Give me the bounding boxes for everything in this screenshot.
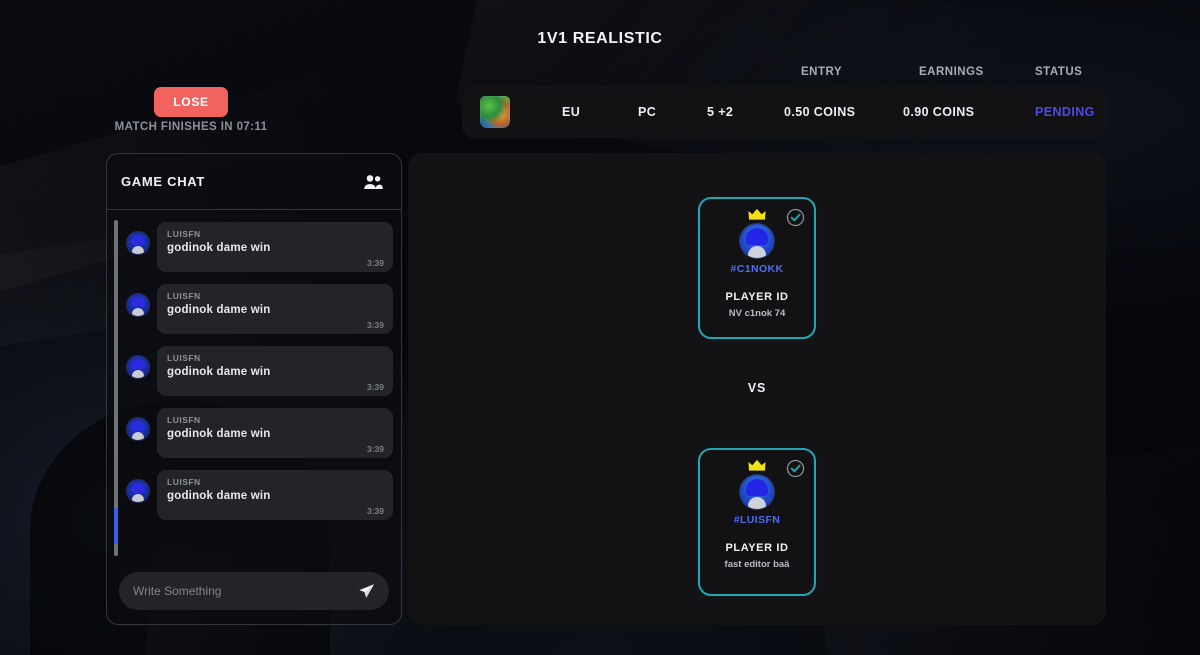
chat-message-text: godinok dame win xyxy=(167,304,271,316)
match-page: 1V1 REALISTIC LOSE MATCH FINISHES IN 07:… xyxy=(0,0,1200,655)
chat-scrollbar-thumb[interactable] xyxy=(114,508,118,544)
avatar xyxy=(127,356,149,378)
crown-icon xyxy=(748,208,766,221)
chat-header: GAME CHAT xyxy=(107,154,401,210)
avatar xyxy=(127,232,149,254)
chat-input[interactable] xyxy=(133,584,358,598)
player-id-label: PLAYER ID xyxy=(725,291,789,303)
chat-message-bubble: LUISFN godinok dame win 3:39 xyxy=(157,284,393,334)
chat-message-user: LUISFN xyxy=(167,477,201,487)
match-platform: PC xyxy=(638,105,657,119)
page-title: 1V1 REALISTIC xyxy=(537,30,663,47)
match-summary-row[interactable]: EU PC 5 +2 0.50 COINS 0.90 COINS PENDING xyxy=(462,86,1108,138)
list-item: LUISFN godinok dame win 3:39 xyxy=(127,408,393,458)
chat-message-user: LUISFN xyxy=(167,291,201,301)
avatar xyxy=(740,224,774,258)
column-header-status: STATUS xyxy=(1035,66,1083,78)
match-entry-fee: 0.50 COINS xyxy=(784,105,856,119)
avatar xyxy=(740,475,774,509)
check-circle-icon xyxy=(786,459,805,478)
column-header-entry: ENTRY xyxy=(801,66,843,78)
chat-input-area xyxy=(107,564,401,624)
match-earnings: 0.90 COINS xyxy=(903,105,975,119)
chat-message-bubble: LUISFN godinok dame win 3:39 xyxy=(157,408,393,458)
chat-message-user: LUISFN xyxy=(167,229,201,239)
player-tag: #LUISFN xyxy=(733,514,781,526)
game-chat-panel: GAME CHAT LUISFN godinok dame win 3:39 L… xyxy=(106,153,402,625)
player-card-top[interactable]: #C1NOKK PLAYER ID NV c1nok 74 xyxy=(698,197,816,339)
game-map-thumbnail-icon xyxy=(480,96,510,128)
match-summary-headers: ENTRY EARNINGS STATUS xyxy=(462,66,1108,84)
chat-message-bubble: LUISFN godinok dame win 3:39 xyxy=(157,222,393,272)
chat-input-box[interactable] xyxy=(119,572,389,610)
check-circle-icon xyxy=(786,208,805,227)
chat-title: GAME CHAT xyxy=(121,174,206,189)
chat-message-time: 3:39 xyxy=(366,506,384,516)
send-icon[interactable] xyxy=(358,583,375,600)
vs-label: VS xyxy=(747,381,767,395)
list-item: LUISFN godinok dame win 3:39 xyxy=(127,346,393,396)
chat-message-bubble: LUISFN godinok dame win 3:39 xyxy=(157,470,393,520)
chat-message-time: 3:39 xyxy=(366,258,384,268)
player-tag: #C1NOKK xyxy=(730,263,784,275)
list-item: LUISFN godinok dame win 3:39 xyxy=(127,470,393,520)
chat-message-text: godinok dame win xyxy=(167,242,271,254)
column-header-earnings: EARNINGS xyxy=(919,66,984,78)
avatar xyxy=(127,480,149,502)
avatar xyxy=(127,294,149,316)
chat-message-text: godinok dame win xyxy=(167,428,271,440)
chat-message-time: 3:39 xyxy=(366,444,384,454)
player-id-value: NV c1nok 74 xyxy=(728,308,786,319)
chat-message-time: 3:39 xyxy=(366,320,384,330)
player-card-bottom[interactable]: #LUISFN PLAYER ID fast editor baä xyxy=(698,448,816,596)
list-item: LUISFN godinok dame win 3:39 xyxy=(127,222,393,272)
lose-button[interactable]: LOSE xyxy=(154,87,228,117)
chat-message-list[interactable]: LUISFN godinok dame win 3:39 LUISFN godi… xyxy=(107,210,401,564)
match-timer: MATCH FINISHES IN 07:11 xyxy=(114,121,268,133)
status-badge: PENDING xyxy=(1035,105,1095,119)
list-item: LUISFN godinok dame win 3:39 xyxy=(127,284,393,334)
match-region: EU xyxy=(562,105,581,119)
player-id-value: fast editor baä xyxy=(724,559,790,570)
chat-message-text: godinok dame win xyxy=(167,366,271,378)
match-players: 5 +2 xyxy=(707,105,734,119)
people-icon[interactable] xyxy=(363,174,383,190)
chat-message-time: 3:39 xyxy=(366,382,384,392)
chat-message-user: LUISFN xyxy=(167,353,201,363)
player-id-label: PLAYER ID xyxy=(725,542,789,554)
chat-scrollbar-track[interactable] xyxy=(114,220,118,556)
match-arena-panel: #C1NOKK PLAYER ID NV c1nok 74 VS #LUISFN… xyxy=(408,153,1106,625)
crown-icon xyxy=(748,459,766,472)
chat-message-bubble: LUISFN godinok dame win 3:39 xyxy=(157,346,393,396)
chat-message-user: LUISFN xyxy=(167,415,201,425)
avatar xyxy=(127,418,149,440)
chat-message-text: godinok dame win xyxy=(167,490,271,502)
